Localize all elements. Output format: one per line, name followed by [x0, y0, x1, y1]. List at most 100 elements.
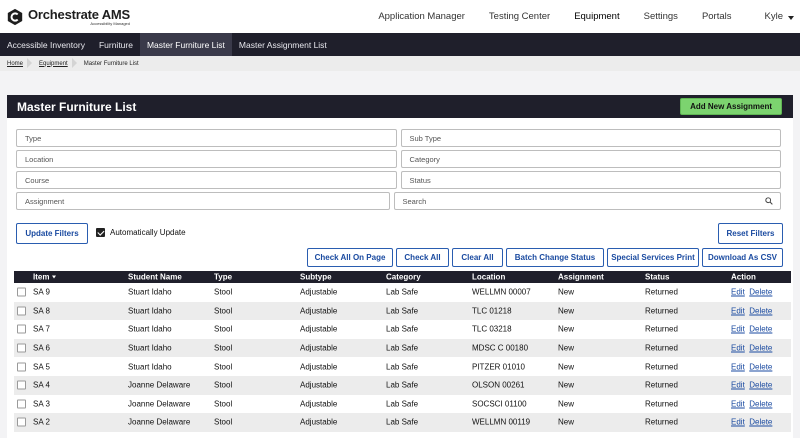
- reset-filters-button[interactable]: Reset Filters: [718, 223, 783, 244]
- cell-subtype: Adjustable: [300, 362, 338, 372]
- edit-link[interactable]: Edit: [731, 306, 745, 315]
- breadcrumb: Home Equipment Master Furniture List: [0, 56, 800, 71]
- breadcrumb-current: Master Furniture List: [83, 60, 139, 67]
- special-services-print-button[interactable]: Special Services Print: [607, 248, 699, 267]
- nav-testing-center[interactable]: Testing Center: [489, 11, 550, 22]
- cell-item: SA 7: [33, 324, 50, 334]
- edit-link[interactable]: Edit: [731, 362, 745, 371]
- sub-navigation: Accessible Inventory Furniture Master Fu…: [0, 33, 800, 56]
- table-row: SA 7 Stuart Idaho Stool Adjustable Lab Safe T…: [14, 320, 791, 339]
- row-checkbox[interactable]: [17, 380, 26, 390]
- delete-link[interactable]: Delete: [749, 325, 772, 334]
- batch-change-status-button[interactable]: Batch Change Status: [506, 248, 604, 267]
- table-row: SA 8 Stuart Idaho Stool Adjustable Lab Safe T…: [14, 301, 791, 321]
- breadcrumb-equipment[interactable]: Equipment: [39, 61, 68, 67]
- row-checkbox[interactable]: [17, 417, 26, 427]
- table-row: SA 9 Stuart Idaho Stool Adjustable Lab Safe W…: [14, 283, 791, 302]
- column-type: Type: [214, 272, 233, 282]
- type-filter[interactable]: Type: [16, 129, 397, 147]
- cell-subtype: Adjustable: [300, 306, 338, 316]
- nav-settings[interactable]: Settings: [644, 11, 678, 22]
- check-all-on-page-button[interactable]: Check All On Page: [307, 248, 393, 267]
- delete-link[interactable]: Delete: [749, 381, 772, 390]
- table-row: SA 6 Stuart Idaho Stool Adjustable Lab Safe M…: [14, 338, 791, 358]
- status-filter[interactable]: Status: [400, 171, 781, 189]
- add-new-assignment-button[interactable]: Add New Assignment: [680, 98, 782, 115]
- cell-category: Lab Safe: [386, 324, 419, 334]
- delete-link[interactable]: Delete: [749, 288, 772, 297]
- column-category: Category: [386, 272, 421, 282]
- auto-update-label: Automatically Update: [110, 228, 186, 237]
- download-csv-button[interactable]: Download As CSV: [702, 248, 783, 267]
- category-filter[interactable]: Category: [400, 150, 781, 168]
- row-checkbox[interactable]: [17, 343, 26, 353]
- table-row: SA 5 Stuart Idaho Stool Adjustable Lab Safe P…: [14, 357, 791, 376]
- cell-status: Returned: [645, 362, 678, 372]
- chevron-down-icon: [788, 15, 794, 20]
- subnav-furniture[interactable]: Furniture: [92, 33, 140, 56]
- breadcrumb-home[interactable]: Home: [7, 61, 23, 67]
- subnav-master-furniture-list[interactable]: Master Furniture List: [139, 33, 232, 56]
- column-item-label: Item: [33, 272, 50, 282]
- subnav-master-assignment-list[interactable]: Master Assignment List: [232, 33, 334, 56]
- column-assignment: Assignment: [558, 272, 604, 282]
- clear-all-button[interactable]: Clear All: [452, 248, 503, 267]
- delete-link[interactable]: Delete: [749, 399, 772, 408]
- column-location: Location: [472, 272, 506, 282]
- search-input[interactable]: Search: [393, 192, 781, 210]
- app-logo[interactable]: Orchestrate AMS Accessibility Managed: [6, 8, 130, 26]
- cell-assignment: New: [558, 306, 575, 316]
- assignment-filter[interactable]: Assignment: [16, 192, 390, 210]
- subtype-filter[interactable]: Sub Type: [400, 129, 781, 147]
- check-all-button[interactable]: Check All: [396, 248, 449, 267]
- edit-link[interactable]: Edit: [731, 288, 745, 297]
- subnav-accessible-inventory[interactable]: Accessible Inventory: [0, 33, 92, 56]
- app-name: Orchestrate: [28, 6, 99, 22]
- cell-status: Returned: [645, 343, 678, 353]
- row-checkbox[interactable]: [17, 399, 26, 409]
- cell-type: Stool: [214, 362, 233, 372]
- delete-link[interactable]: Delete: [749, 362, 772, 371]
- row-actions: Edit Delete: [731, 344, 772, 353]
- cell-location: MDSC C 00180: [472, 343, 529, 353]
- nav-portals[interactable]: Portals: [702, 11, 732, 22]
- column-item[interactable]: Item: [33, 272, 57, 282]
- cell-category: Lab Safe: [386, 380, 419, 390]
- cell-location: TLC 03218: [472, 324, 512, 334]
- cell-student-name: Stuart Idaho: [128, 324, 172, 334]
- cell-type: Stool: [214, 399, 233, 409]
- cell-type: Stool: [214, 417, 233, 427]
- cell-category: Lab Safe: [386, 306, 419, 316]
- cell-item: SA 3: [33, 399, 50, 409]
- row-checkbox[interactable]: [17, 324, 26, 334]
- row-checkbox[interactable]: [17, 306, 26, 316]
- auto-update-checkbox[interactable]: [96, 228, 105, 237]
- nav-application-manager[interactable]: Application Manager: [378, 11, 465, 22]
- column-status: Status: [645, 272, 670, 282]
- column-student-name: Student Name: [128, 272, 182, 282]
- location-filter[interactable]: Location: [16, 150, 397, 168]
- page-title: Master Furniture List: [17, 99, 137, 114]
- course-filter[interactable]: Course: [16, 171, 397, 189]
- row-checkbox[interactable]: [17, 287, 26, 297]
- row-checkbox[interactable]: [17, 362, 26, 372]
- update-filters-button[interactable]: Update Filters: [16, 223, 88, 244]
- edit-link[interactable]: Edit: [731, 325, 745, 334]
- cell-category: Lab Safe: [386, 399, 419, 409]
- nav-equipment[interactable]: Equipment: [574, 11, 619, 22]
- sort-desc-icon: [52, 275, 57, 279]
- delete-link[interactable]: Delete: [749, 306, 772, 315]
- user-menu[interactable]: Kyle: [765, 11, 794, 22]
- edit-link[interactable]: Edit: [731, 344, 745, 353]
- cell-location: OLSON 00261: [472, 380, 525, 390]
- location-filter-placeholder: Location: [25, 154, 54, 164]
- delete-link[interactable]: Delete: [749, 344, 772, 353]
- cell-student-name: Joanne Delaware: [128, 417, 191, 427]
- cell-assignment: New: [558, 343, 575, 353]
- auto-update-toggle[interactable]: Automatically Update: [96, 228, 186, 237]
- edit-link[interactable]: Edit: [731, 418, 745, 427]
- edit-link[interactable]: Edit: [731, 381, 745, 390]
- edit-link[interactable]: Edit: [731, 399, 745, 408]
- delete-link[interactable]: Delete: [749, 418, 772, 427]
- course-filter-placeholder: Course: [25, 175, 50, 185]
